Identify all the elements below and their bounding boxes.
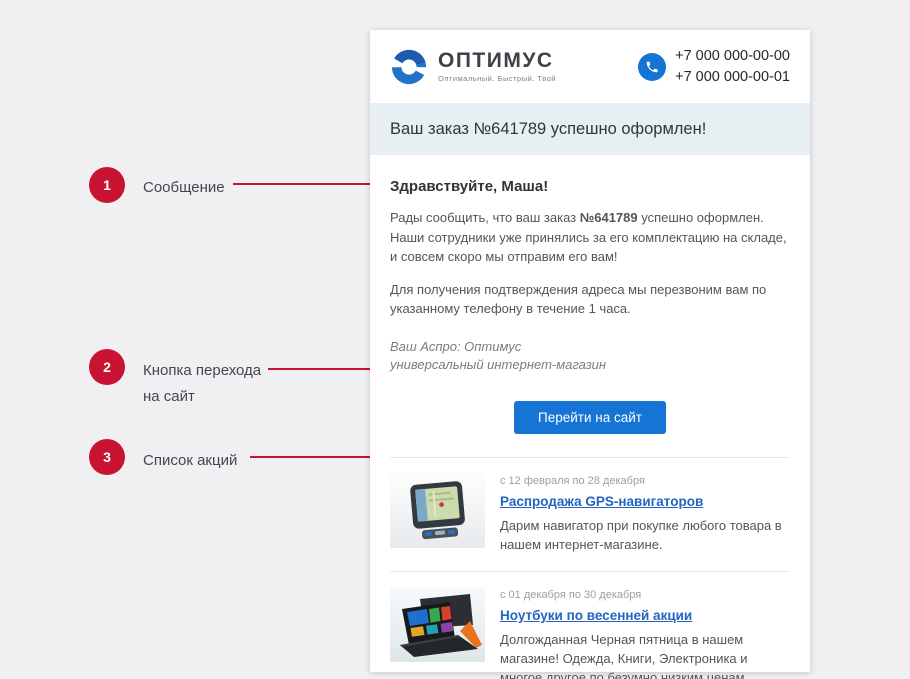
promo-dates: с 12 февраля по 28 декабря	[500, 475, 790, 487]
annotation-line-1	[233, 183, 377, 185]
phone-block: +7 000 000-00-00 +7 000 000-00-01	[638, 46, 790, 87]
signature-line-1: Ваш Аспро: Оптимус	[390, 338, 790, 357]
promo-title-link[interactable]: Ноутбуки по весенней акции	[500, 608, 692, 623]
annotation-line-3	[250, 456, 378, 458]
promo-item-laptops: с 01 декабря по 30 декабря Ноутбуки по в…	[390, 572, 790, 679]
gps-navigator-image	[390, 473, 485, 548]
promo-description: Долгожданная Черная пятница в нашем мага…	[500, 631, 790, 679]
annotation-badge-1: 1	[89, 167, 125, 203]
order-paragraph-text: Рады сообщить, что ваш заказ	[390, 210, 580, 225]
signature-line-2: универсальный интернет-магазин	[390, 356, 790, 375]
email-preview: ОПТИМУС Оптимальный. Быстрый. Твой +7 00…	[370, 30, 810, 672]
promo-content: с 01 декабря по 30 декабря Ноутбуки по в…	[500, 587, 790, 679]
order-paragraph: Рады сообщить, что ваш заказ №641789 усп…	[390, 208, 790, 267]
promo-title-link[interactable]: Распродажа GPS-навигаторов	[500, 494, 703, 509]
greeting: Здравствуйте, Маша!	[390, 178, 790, 195]
promo-dates: с 01 декабря по 30 декабря	[500, 589, 790, 601]
phone-icon	[638, 53, 666, 81]
annotation-number: 2	[103, 359, 111, 375]
go-to-site-button[interactable]: Перейти на сайт	[514, 401, 666, 434]
phone-number-1: +7 000 000-00-00	[675, 46, 790, 66]
annotation-badge-2: 2	[89, 349, 125, 385]
annotation-number: 3	[103, 449, 111, 465]
order-banner-title: Ваш заказ №641789 успешно оформлен!	[390, 120, 706, 139]
brand-name: ОПТИМУС	[438, 50, 556, 72]
email-body: Здравствуйте, Маша! Рады сообщить, что в…	[370, 178, 810, 679]
phone-numbers: +7 000 000-00-00 +7 000 000-00-01	[675, 46, 790, 87]
laptop-image	[390, 587, 485, 662]
brand-logo: ОПТИМУС Оптимальный. Быстрый. Твой	[390, 48, 556, 86]
annotation-label-cta: Кнопка перехода на сайт	[143, 358, 268, 410]
optimus-logo-icon	[390, 48, 428, 86]
order-banner: Ваш заказ №641789 успешно оформлен!	[370, 103, 810, 155]
page: 1 Сообщение 2 Кнопка перехода на сайт 3 …	[0, 0, 910, 679]
brand-tagline: Оптимальный. Быстрый. Твой	[438, 74, 556, 83]
email-header: ОПТИМУС Оптимальный. Быстрый. Твой +7 00…	[370, 30, 810, 103]
promo-item-gps: с 12 февраля по 28 декабря Распродажа GP…	[390, 458, 790, 571]
annotation-label-promos: Список акций	[143, 448, 237, 474]
signature: Ваш Аспро: Оптимус универсальный интерне…	[390, 338, 790, 376]
callback-paragraph: Для получения подтверждения адреса мы пе…	[390, 280, 790, 319]
promo-description: Дарим навигатор при покупке любого товар…	[500, 517, 790, 555]
annotation-number: 1	[103, 177, 111, 193]
order-number: №641789	[580, 210, 638, 225]
phone-number-2: +7 000 000-00-01	[675, 67, 790, 87]
annotation-label-message: Сообщение	[143, 175, 225, 201]
promo-content: с 12 февраля по 28 декабря Распродажа GP…	[500, 473, 790, 555]
annotation-badge-3: 3	[89, 439, 125, 475]
cta-wrapper: Перейти на сайт	[390, 401, 790, 434]
